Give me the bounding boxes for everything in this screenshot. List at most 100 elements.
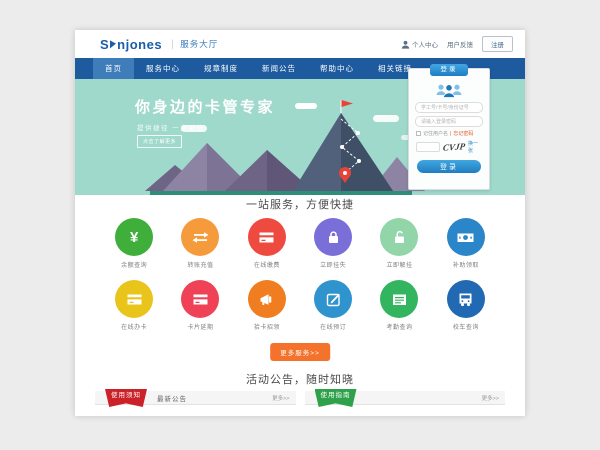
hero-subline: 提供捷径 一步到位 [137, 122, 204, 132]
announcements-panels: 使用须知 最新公告 更多>> 使用指南 更多>> [95, 391, 505, 405]
login-panel: 登录 记住用户名 | 忘记密码 CVJP 换一张 登录 [408, 68, 490, 190]
personal-center-label: 个人中心 [412, 39, 438, 49]
service-circle[interactable] [248, 218, 286, 256]
service-label: 补助领取 [433, 260, 499, 269]
guide-tab[interactable]: 使用指南 [315, 389, 357, 407]
logo-divider: | [171, 39, 174, 50]
user-feedback-label: 用户反馈 [447, 39, 473, 49]
username-input[interactable] [415, 102, 483, 113]
nav-item-home[interactable]: 首页 [93, 58, 134, 79]
service-circle[interactable] [181, 218, 219, 256]
service-label: 立即解挂 [366, 260, 432, 269]
register-button[interactable]: 注册 [482, 36, 513, 52]
edit-icon [325, 291, 342, 308]
bus-icon [457, 291, 474, 308]
portal-name: 服务大厅 [180, 38, 218, 50]
service-label: 转账充值 [167, 260, 233, 269]
service-circle[interactable] [447, 280, 485, 318]
captcha-input[interactable] [416, 142, 440, 152]
nav-item-help[interactable]: 帮助中心 [308, 58, 366, 79]
service-item-attendance[interactable]: 考勤查询 [366, 280, 432, 331]
header-utility: 个人中心 用户反馈 注册 [401, 36, 513, 52]
guide-panel-bar: 使用指南 更多>> [305, 391, 506, 405]
list-icon [391, 291, 408, 308]
latest-news-tab[interactable]: 最新公告 [157, 393, 187, 403]
captcha-refresh-link[interactable]: 换一张 [468, 140, 482, 154]
service-circle[interactable] [248, 280, 286, 318]
more-services-button[interactable]: 更多服务>> [270, 343, 330, 361]
nav-item-news[interactable]: 新闻公告 [250, 58, 308, 79]
megaphone-icon [258, 291, 275, 308]
banknote-icon [457, 229, 474, 246]
service-item-report-loss[interactable]: 立即挂失 [300, 218, 366, 269]
service-circle[interactable] [115, 280, 153, 318]
captcha-row: CVJP 换一张 [416, 140, 482, 154]
remember-row: 记住用户名 | 忘记密码 [416, 130, 482, 137]
forgot-separator: | [450, 131, 451, 137]
service-label: 考勤查询 [366, 322, 432, 331]
hero-headline: 你身边的卡管专家 [135, 96, 275, 117]
yen-icon: ¥ [130, 230, 138, 245]
lock-icon [325, 229, 342, 246]
logo-text-suffix: njones [117, 37, 162, 52]
service-item-card-extend[interactable]: 卡片延期 [167, 280, 233, 331]
user-icon [401, 40, 410, 49]
notice-tab[interactable]: 使用须知 [105, 389, 147, 407]
service-label: 立即挂失 [300, 260, 366, 269]
service-circle[interactable] [380, 218, 418, 256]
password-input[interactable] [415, 116, 483, 127]
nav-item-rules[interactable]: 规章制度 [192, 58, 250, 79]
guide-more-link[interactable]: 更多>> [482, 394, 499, 402]
announcements-title: 活动公告，随时知晓 [75, 371, 525, 387]
forgot-password-link[interactable]: 忘记密码 [453, 130, 473, 137]
brand-logo[interactable]: S njones | 服务大厅 [100, 37, 218, 52]
service-label: 在线预订 [300, 322, 366, 331]
hero-cta-button[interactable]: 点击了解更多 [137, 135, 182, 148]
service-label: 余额查询 [101, 260, 167, 269]
logo-arrow-icon [110, 40, 116, 49]
login-tab[interactable]: 登录 [430, 64, 468, 76]
remember-label: 记住用户名 [423, 130, 448, 137]
service-circle[interactable] [181, 280, 219, 318]
nav-item-service-center[interactable]: 服务中心 [134, 58, 192, 79]
service-circle[interactable] [447, 218, 485, 256]
user-feedback-link[interactable]: 用户反馈 [447, 39, 473, 49]
captcha-image: CVJP [442, 141, 465, 153]
service-label: 拾卡招领 [234, 322, 300, 331]
service-item-pay[interactable]: 在线缴费 [234, 218, 300, 269]
service-item-apply-card[interactable]: 在线办卡 [101, 280, 167, 331]
service-item-booking[interactable]: 在线预订 [300, 280, 366, 331]
services-title: 一站服务，方便快捷 [75, 196, 525, 212]
unlock-icon [391, 229, 408, 246]
service-item-unlock[interactable]: 立即解挂 [366, 218, 432, 269]
service-label: 在线办卡 [101, 322, 167, 331]
card-icon [192, 291, 209, 308]
notice-panel-bar: 使用须知 最新公告 更多>> [95, 391, 296, 405]
service-circle[interactable]: ¥ [115, 218, 153, 256]
users-group-icon [433, 82, 465, 99]
service-item-balance[interactable]: ¥ 余额查询 [101, 218, 167, 269]
card-icon [126, 291, 143, 308]
services-grid: ¥ 余额查询 转账充值 在线缴费 [101, 218, 499, 331]
service-item-found-card[interactable]: 拾卡招领 [234, 280, 300, 331]
transfer-icon [192, 229, 209, 246]
logo-text-prefix: S [100, 37, 109, 52]
service-label: 校车查询 [433, 322, 499, 331]
page: S njones | 服务大厅 个人中心 用户反馈 注册 首页 服务中心 规章制… [75, 30, 525, 416]
remember-checkbox[interactable] [416, 131, 421, 136]
notice-panel: 使用须知 最新公告 更多>> [95, 391, 296, 405]
guide-panel: 使用指南 更多>> [305, 391, 506, 405]
login-submit-button[interactable]: 登录 [417, 160, 481, 173]
service-label: 在线缴费 [234, 260, 300, 269]
personal-center-link[interactable]: 个人中心 [401, 39, 438, 49]
service-circle[interactable] [314, 218, 352, 256]
service-circle[interactable] [380, 280, 418, 318]
header: S njones | 服务大厅 个人中心 用户反馈 注册 [75, 30, 525, 58]
service-label: 卡片延期 [167, 322, 233, 331]
card-icon [258, 229, 275, 246]
service-item-school-bus[interactable]: 校车查询 [433, 280, 499, 331]
service-item-transfer[interactable]: 转账充值 [167, 218, 233, 269]
service-item-subsidy[interactable]: 补助领取 [433, 218, 499, 269]
service-circle[interactable] [314, 280, 352, 318]
notice-more-link[interactable]: 更多>> [272, 394, 289, 402]
